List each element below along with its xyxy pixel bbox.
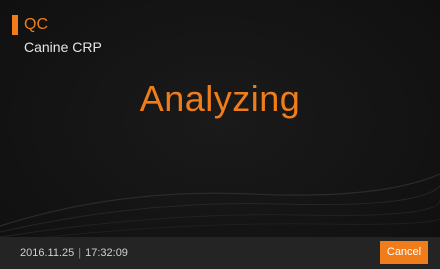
date-text: 2016.11.25	[20, 247, 75, 259]
status-text: Analyzing	[139, 78, 301, 119]
status-footer: 2016.11.25 | 17:32:09 Cancel	[0, 237, 440, 269]
decorative-swooshes	[0, 173, 440, 240]
mode-title: QC	[24, 16, 48, 33]
header-accent-bar	[12, 15, 18, 35]
time-text: 17:32:09	[85, 247, 128, 259]
swoosh-line	[0, 173, 440, 227]
analyzer-screen: QC Canine CRP Analyzing 2016.11.25 | 17:32…	[0, 0, 440, 269]
swoosh-line	[29, 214, 440, 240]
datetime: 2016.11.25 | 17:32:09	[20, 246, 128, 260]
cancel-button[interactable]: Cancel	[380, 241, 428, 264]
datetime-separator: |	[78, 247, 82, 259]
test-name: Canine CRP	[24, 39, 102, 55]
